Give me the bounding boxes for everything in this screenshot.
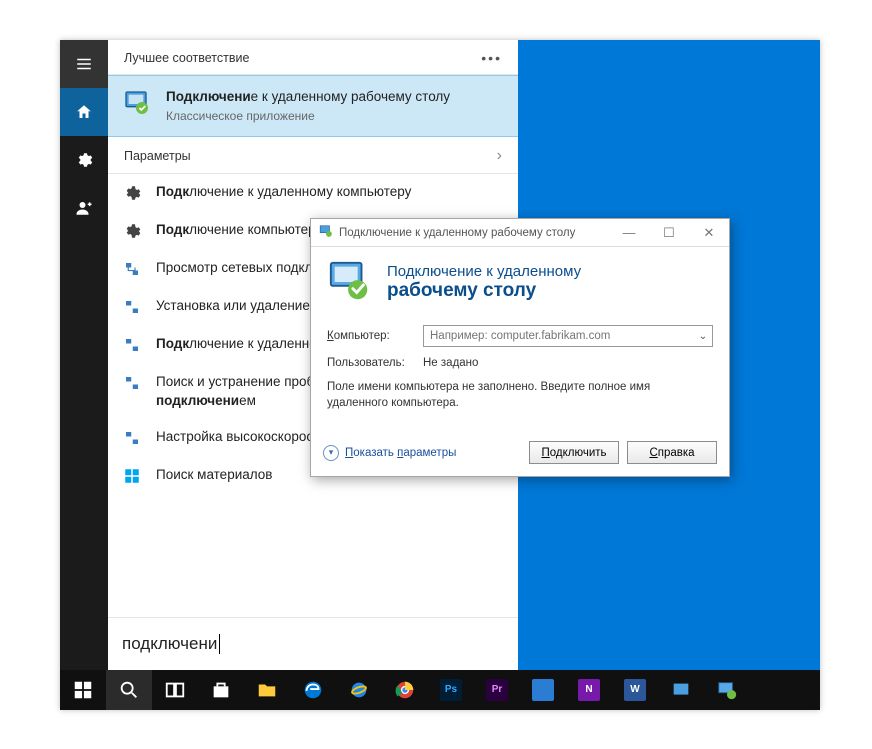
home-icon[interactable] [60,88,108,136]
network-icon [122,259,142,279]
windows-logo-icon [122,466,142,486]
chevron-down-icon: ▾ [323,445,339,461]
help-button[interactable]: Справка [627,441,717,464]
text-cursor [219,634,220,654]
rdp-header: Подключение к удаленному рабочему столу [311,247,729,315]
start-button[interactable] [60,670,106,710]
chrome-icon[interactable] [382,670,428,710]
rdp-dialog: Подключение к удаленному рабочему столу … [310,218,730,477]
search-text: подключени [122,634,217,654]
rdp-large-icon [327,259,373,305]
edge-icon[interactable] [290,670,336,710]
close-button[interactable]: ✕ [689,219,729,247]
taskbar: Ps Pr N W [60,670,820,710]
more-icon[interactable]: ••• [481,50,502,66]
show-options-link[interactable]: ▾ Показать параметры [323,445,456,461]
app-icon[interactable] [658,670,704,710]
gear-icon[interactable] [60,136,108,184]
rdp-icon [122,88,154,120]
section-title: Параметры [124,149,191,163]
search-button[interactable] [106,670,152,710]
user-value: Не задано [423,357,478,369]
rdp-head-line1: Подключение к удаленному [387,263,581,280]
rdp-title-text: Подключение к удаленному рабочему столу [339,227,575,239]
computer-input[interactable] [424,330,694,342]
premiere-icon[interactable]: Pr [474,670,520,710]
chevron-down-icon[interactable]: ⌄ [694,331,712,342]
section-title: Лучшее соответствие [124,51,249,65]
section-header-params[interactable]: Параметры › [108,137,518,174]
section-header-best: Лучшее соответствие ••• [108,40,518,75]
gear-icon [122,221,142,241]
rdp-title-icon [319,224,333,241]
network-icon [122,335,142,355]
search-input[interactable]: подключени [108,617,518,670]
validation-message: Поле имени компьютера не заполнено. Введ… [327,379,713,411]
label-computer: Компьютер: [327,330,413,342]
label-user: Пользователь: [327,357,413,369]
computer-combo[interactable]: ⌄ [423,325,713,347]
network-icon [122,297,142,317]
maximize-button[interactable]: ☐ [649,219,689,247]
rdp-titlebar[interactable]: Подключение к удаленному рабочему столу … [311,219,729,247]
task-view-button[interactable] [152,670,198,710]
best-match-text: Подключение к удаленному рабочему столу … [166,88,450,124]
network-icon [122,428,142,448]
minimize-button[interactable]: — [609,219,649,247]
onenote-icon[interactable]: N [566,670,612,710]
hamburger-icon[interactable] [60,40,108,88]
best-match-row[interactable]: Подключение к удаленному рабочему столу … [108,75,518,137]
user-icon[interactable] [60,184,108,232]
file-explorer-icon[interactable] [244,670,290,710]
app-icon[interactable] [520,670,566,710]
start-rail [60,40,108,670]
chevron-right-icon: › [497,147,502,165]
ie-icon[interactable] [336,670,382,710]
gear-icon [122,183,142,203]
rdp-taskbar-icon[interactable] [704,670,750,710]
photoshop-icon[interactable]: Ps [428,670,474,710]
word-icon[interactable]: W [612,670,658,710]
rdp-head-line2: рабочему столу [387,280,581,302]
network-icon [122,373,142,393]
store-icon[interactable] [198,670,244,710]
connect-button[interactable]: Подключить [529,441,619,464]
list-item[interactable]: Подключение к удаленному компьютеру [108,174,518,212]
